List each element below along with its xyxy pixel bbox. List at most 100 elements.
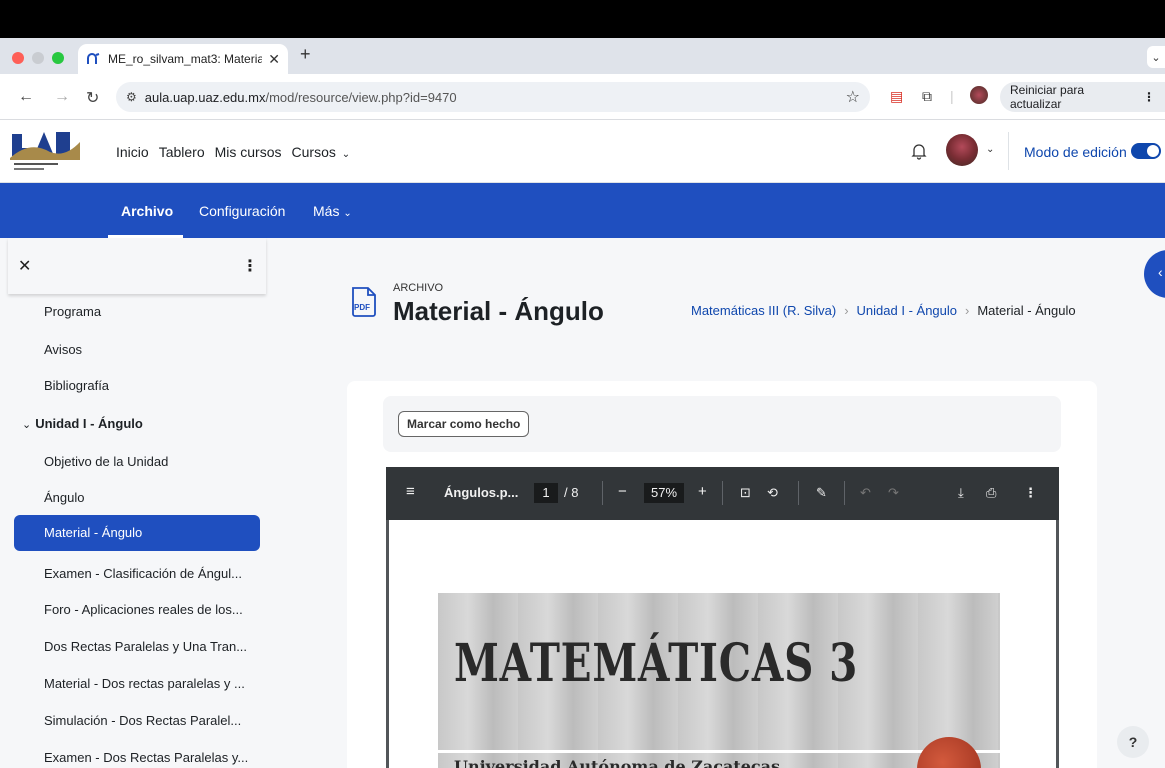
os-menu-bar <box>0 0 1165 38</box>
pdf-viewer: ≡ Ángulos.p... 1 / 8 − 57% + ⊡ ⟲ ✎ ↶ ↷ ⤓… <box>386 467 1059 768</box>
minimize-window-button[interactable] <box>32 52 44 64</box>
breadcrumb: Matemáticas III (R. Silva) › Unidad I - … <box>691 303 1076 318</box>
url-text: aula.uap.uaz.edu.mx/mod/resource/view.ph… <box>145 90 846 105</box>
pdf-filename: Ángulos.p... <box>444 485 519 500</box>
pdf-toolbar: ≡ Ángulos.p... 1 / 8 − 57% + ⊡ ⟲ ✎ ↶ ↷ ⤓… <box>386 467 1059 520</box>
course-index-item[interactable]: Avisos <box>44 342 82 357</box>
cover-subtitle: Universidad Autónoma de Zacatecas <box>454 757 781 768</box>
rotate-icon[interactable]: ⟲ <box>767 485 778 501</box>
course-index-item[interactable]: Simulación - Dos Rectas Paralel... <box>44 713 241 728</box>
browser-menu-icon[interactable]: ⋮ <box>1143 90 1155 104</box>
restart-label: Reiniciar para actualizar <box>1010 83 1085 111</box>
uap-logo[interactable] <box>10 128 80 176</box>
breadcrumb-separator-icon: › <box>965 303 970 318</box>
forward-arrow-icon[interactable]: → <box>54 88 70 106</box>
navbar-divider <box>1008 132 1009 170</box>
course-index-section[interactable]: ⌄ Unidad I - Ángulo <box>22 416 143 431</box>
pdf-file-icon: PDF <box>352 287 376 317</box>
breadcrumb-separator-icon: › <box>844 303 849 318</box>
nav-mis-cursos[interactable]: Mis cursos <box>215 144 282 160</box>
back-arrow-icon[interactable]: ← <box>18 88 34 106</box>
secondary-navigation: Archivo Configuración Más ⌄ <box>0 183 1165 238</box>
user-avatar[interactable] <box>946 134 978 166</box>
cover-title: MATEMÁTICAS 3 <box>454 633 859 694</box>
tab-title: ME_ro_silvam_mat3: Material <box>108 52 263 66</box>
nav-tablero[interactable]: Tablero <box>159 144 205 160</box>
cover-emblem <box>917 737 981 768</box>
site-navbar: Inicio Tablero Mis cursos Cursos ⌄ ⌄ Mod… <box>0 120 1165 183</box>
tab-archivo[interactable]: Archivo <box>121 203 173 219</box>
course-index-item[interactable]: Bibliografía <box>44 378 109 393</box>
tab-search-chevron-icon[interactable]: ⌄ <box>1147 46 1165 68</box>
restart-to-update-button[interactable]: Reiniciar para actualizar ⋮ <box>1000 82 1165 112</box>
user-menu-chevron-icon[interactable]: ⌄ <box>986 144 994 155</box>
pdf-page-input[interactable]: 1 <box>534 483 558 503</box>
course-index-item[interactable]: Examen - Clasificación de Ángul... <box>44 566 242 581</box>
maximize-window-button[interactable] <box>52 52 64 64</box>
nav-inicio[interactable]: Inicio <box>116 144 149 160</box>
browser-tab-active[interactable]: ME_ro_silvam_mat3: Material ✕ <box>78 44 288 74</box>
cover-banner: MATEMÁTICAS 3 Universidad Autónoma de Za… <box>438 593 1000 768</box>
moodle-favicon-icon <box>87 53 100 64</box>
course-index-item[interactable]: Dos Rectas Paralelas y Una Tran... <box>44 639 247 654</box>
annotate-pen-icon[interactable]: ✎ <box>816 485 827 501</box>
toolbar-separator <box>844 481 845 505</box>
cover-divider <box>438 750 1000 753</box>
nav-cursos-dropdown[interactable]: Cursos ⌄ <box>292 144 353 160</box>
site-settings-icon[interactable]: ⚙ <box>126 90 137 104</box>
drawer-options-icon[interactable]: ⋮ <box>242 256 258 276</box>
open-block-drawer-button[interactable]: ‹ <box>1144 250 1165 298</box>
chevron-down-icon: ⌄ <box>341 149 351 160</box>
close-window-button[interactable] <box>12 52 24 64</box>
close-tab-icon[interactable]: ✕ <box>268 51 280 68</box>
notifications-bell-icon[interactable] <box>911 142 927 160</box>
course-index-item[interactable]: Objetivo de la Unidad <box>44 454 168 469</box>
pdf-total-pages: / 8 <box>564 485 579 500</box>
help-button[interactable]: ? <box>1117 726 1149 758</box>
browser-toolbar: ← → ↻ ⚙ aula.uap.uaz.edu.mx/mod/resource… <box>0 74 1165 120</box>
drawer-header: ✕ ⋮ <box>8 238 266 294</box>
course-index-item-active[interactable]: Material - Ángulo <box>14 515 260 551</box>
tab-configuracion[interactable]: Configuración <box>199 203 285 219</box>
nav-cursos-label: Cursos <box>291 144 336 160</box>
course-index-item[interactable]: Material - Dos rectas paralelas y ... <box>44 676 245 691</box>
course-index-drawer: ✕ ⋮ Programa Avisos Bibliografía ⌄ Unidad… <box>0 238 272 768</box>
toolbar-separator: | <box>950 88 954 104</box>
download-icon[interactable]: ⤓ <box>958 485 964 501</box>
close-drawer-icon[interactable]: ✕ <box>18 256 31 276</box>
pdf-more-options-icon[interactable]: ⋮ <box>1024 485 1037 501</box>
undo-icon[interactable]: ↶ <box>860 485 871 501</box>
zoom-in-icon[interactable]: + <box>698 483 707 500</box>
pdf-zoom-input[interactable]: 57% <box>644 483 684 503</box>
zoom-out-icon[interactable]: − <box>618 483 627 500</box>
reload-icon[interactable]: ↻ <box>86 88 99 108</box>
section-label: Unidad I - Ángulo <box>35 416 143 431</box>
chevron-down-icon: ⌄ <box>343 208 352 219</box>
course-index-item[interactable]: Programa <box>44 304 101 319</box>
module-type-label: ARCHIVO <box>393 282 444 294</box>
mark-as-done-button[interactable]: Marcar como hecho <box>398 411 530 437</box>
course-index-item[interactable]: Examen - Dos Rectas Paralelas y... <box>44 750 248 765</box>
print-icon[interactable]: ⎙ <box>986 485 996 501</box>
bookmark-star-icon[interactable]: ☆ <box>846 87 860 107</box>
url-host: aula.uap.uaz.edu.mx <box>144 89 266 105</box>
edit-mode-toggle[interactable] <box>1131 143 1161 159</box>
course-index-item[interactable]: Ángulo <box>44 490 84 505</box>
pdf-extension-icon[interactable]: ▤ <box>890 88 903 105</box>
chevron-left-icon: ‹ <box>1158 264 1163 280</box>
address-bar[interactable]: ⚙ aula.uap.uaz.edu.mx/mod/resource/view.… <box>116 82 870 112</box>
extensions-puzzle-icon[interactable]: ⧉ <box>922 88 932 105</box>
svg-text:PDF: PDF <box>354 303 370 312</box>
profile-avatar-icon[interactable] <box>970 86 988 104</box>
breadcrumb-section-link[interactable]: Unidad I - Ángulo <box>857 303 957 318</box>
toolbar-separator <box>602 481 603 505</box>
breadcrumb-course-link[interactable]: Matemáticas III (R. Silva) <box>691 303 836 318</box>
tab-mas-dropdown[interactable]: Más ⌄ <box>313 203 352 219</box>
page-title: Material - Ángulo <box>393 296 604 326</box>
pdf-menu-icon[interactable]: ≡ <box>406 483 415 500</box>
edit-mode-label: Modo de edición <box>1024 144 1127 160</box>
course-index-item[interactable]: Foro - Aplicaciones reales de los... <box>44 602 243 617</box>
new-tab-icon[interactable]: + <box>300 44 311 65</box>
fit-to-page-icon[interactable]: ⊡ <box>740 485 751 501</box>
redo-icon[interactable]: ↷ <box>888 485 899 501</box>
